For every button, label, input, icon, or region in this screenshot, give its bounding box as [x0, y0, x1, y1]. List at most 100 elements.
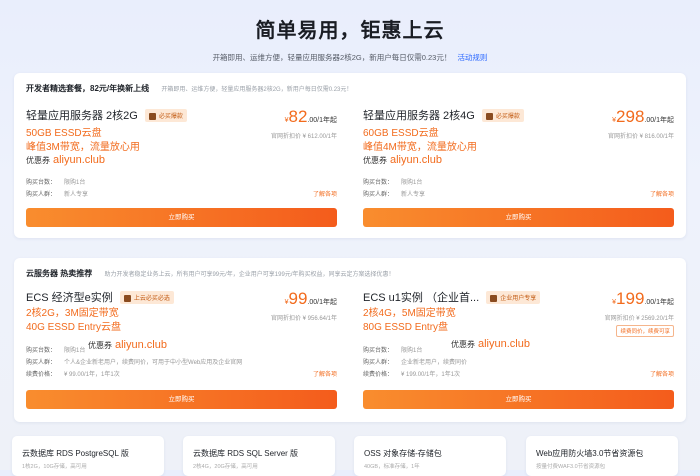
badge-icon [490, 294, 498, 302]
meta-label: 购买台数： [26, 348, 57, 354]
buy-button[interactable]: 立即购买 [363, 208, 674, 227]
spec-disk: 40G ESSD Entry云盘 [26, 322, 122, 333]
purchase-audience: 购买人群： 个人&企业新老用户，续费同价，可用于中小型Web应用及企业官网 [26, 357, 242, 366]
hot-badge: 必买爆款 [144, 108, 187, 122]
meta-label: 购买台数： [363, 348, 394, 354]
coupon-code: aliyun.club [115, 339, 167, 351]
details-link[interactable]: 了解各项 [313, 369, 337, 378]
buy-button[interactable]: 立即购买 [26, 390, 337, 409]
coupon-label: 优惠券 [88, 341, 112, 350]
rules-link[interactable]: 活动规则 [457, 53, 487, 62]
coupon-label: 优惠券 [26, 156, 50, 165]
section-heading-text: 开发者精选套餐，82元/年换新上线 [26, 84, 150, 93]
coupon: 优惠券 aliyun.club [363, 154, 442, 166]
meta-label: 购买人群： [26, 192, 57, 198]
purchase-limit: 购买台数： 限购1台 [26, 177, 85, 186]
hero-subtitle: 开箱即用、运维方便，轻量应用服务器2核2G，新用户每日仅需0.23元！ 活动规则 [0, 52, 700, 63]
product-name: 轻量应用服务器 2核4G [363, 110, 475, 122]
spec-disk: 80G ESSD Entry盘 [363, 322, 449, 333]
product-card: ECS u1实例 （企业首... 企业用户专享 2核4G，5M固定带宽 80G … [363, 289, 674, 447]
tile-subtitle: 按量付费WAF3.0节省资源包 [536, 464, 606, 470]
product-name: ECS u1实例 （企业首... [363, 292, 480, 304]
price-unit: .00/1年起 [307, 117, 337, 124]
meta-value: 限购1台 [401, 180, 423, 186]
section-note: 助力开发者稳定业务上云，所有用户可享99元/年，企业用户可享199元/年购买权益… [104, 272, 395, 278]
renewal-tag: 续费同价，续费可享 [616, 325, 674, 337]
price-unit: .00/1年起 [644, 299, 674, 306]
price-amount: 298 [616, 107, 645, 126]
price: ¥199.00/1年起 [612, 289, 674, 309]
meta-label: 续费价格： [26, 372, 57, 378]
meta-label: 购买人群： [363, 360, 394, 366]
hot-badge: 必买爆款 [481, 108, 524, 122]
tile-title: 云数据库 RDS PostgreSQL 版 [22, 449, 129, 458]
buy-button[interactable]: 立即购买 [363, 390, 674, 409]
coupon-code: aliyun.club [53, 154, 105, 166]
spec-config: 2核2G，3M固定带宽 [26, 308, 119, 319]
product-tile[interactable]: OSS 对象存储-存储包 40GB，标准存储，1年 [354, 436, 506, 476]
badge-icon [148, 112, 156, 120]
meta-label: 购买人群： [363, 192, 394, 198]
coupon-code: aliyun.club [390, 154, 442, 166]
details-link[interactable]: 了解各项 [313, 189, 337, 198]
price: ¥99.00/1年起 [285, 289, 337, 309]
meta-value: ¥ 99.00/1年，1年1次 [64, 372, 120, 378]
hero-title: 简单易用，钜惠上云 [255, 20, 445, 42]
product-title: ECS u1实例 （企业首... 企业用户专享 [363, 289, 541, 305]
badge-text: 上云必买必选 [133, 295, 170, 302]
product-tile[interactable]: Web应用防火墙3.0节省资源包 按量付费WAF3.0节省资源包 [526, 436, 678, 476]
tile-subtitle: 2核4G，20G存储，高可用 [193, 464, 258, 470]
tile-title: Web应用防火墙3.0节省资源包 [536, 449, 644, 458]
product-name: 轻量应用服务器 2核2G [26, 110, 138, 122]
product-tile[interactable]: 云数据库 RDS SQL Server 版 2核4G，20G存储，高可用 [183, 436, 335, 476]
hot-badge: 上云必买必选 [119, 290, 174, 304]
badge-text: 企业用户专享 [500, 295, 537, 302]
price-amount: 199 [616, 289, 645, 308]
spec-storage: 60GB ESSD云盘 [363, 128, 439, 139]
product-title: 轻量应用服务器 2核4G 必买爆款 [363, 107, 524, 123]
original-price: 官网折扣价 ¥ 956.64/1年 [270, 316, 337, 322]
purchase-limit: 购买台数： 限购1台 [26, 345, 85, 354]
buy-button[interactable]: 立即购买 [26, 208, 337, 227]
meta-value: 限购1台 [64, 348, 86, 354]
ecs-recommend-panel: 云服务器 热卖推荐 助力开发者稳定业务上云，所有用户可享99元/年，企业用户可享… [14, 258, 686, 422]
coupon-label: 优惠券 [363, 156, 387, 165]
details-link[interactable]: 了解各项 [650, 369, 674, 378]
tile-title: 云数据库 RDS SQL Server 版 [193, 449, 299, 458]
developer-package-panel: 开发者精选套餐，82元/年换新上线 开箱即用、运维方便，轻量应用服务器2核2G，… [14, 73, 686, 238]
product-tile[interactable]: 云数据库 RDS PostgreSQL 版 1核2G，10G存储，高可用 [12, 436, 164, 476]
product-card: 轻量应用服务器 2核2G 必买爆款 50GB ESSD云盘 峰值3M带宽，流量放… [26, 107, 337, 265]
meta-value: 个人&企业新老用户，续费同价，可用于中小型Web应用及企业官网 [64, 360, 243, 366]
badge-icon [485, 112, 493, 120]
product-card: 轻量应用服务器 2核4G 必买爆款 60GB ESSD云盘 峰值4M带宽，流量放… [363, 107, 674, 265]
meta-value: 限购1台 [401, 348, 423, 354]
coupon: 优惠券 aliyun.club [451, 338, 530, 350]
price: ¥82.00/1年起 [285, 107, 337, 127]
tile-title: OSS 对象存储-存储包 [364, 449, 442, 458]
details-link[interactable]: 了解各项 [650, 189, 674, 198]
product-title: ECS 经济型e实例 上云必买必选 [26, 289, 174, 305]
coupon: 优惠券 aliyun.club [26, 154, 105, 166]
price-unit: .00/1年起 [307, 299, 337, 306]
purchase-audience: 购买人群： 新人专享 [26, 189, 88, 198]
meta-value: ¥ 199.00/1年，1年1次 [401, 372, 461, 378]
meta-value: 新人专享 [401, 192, 426, 198]
product-card: ECS 经济型e实例 上云必买必选 2核2G，3M固定带宽 40G ESSD E… [26, 289, 337, 447]
section-note: 开箱即用、运维方便，轻量应用服务器2核2G，新用户每日仅需0.23元！ [161, 87, 353, 93]
original-price: 官网折扣价 ¥ 816.00/1年 [607, 134, 674, 140]
original-price: 官网折扣价 ¥ 612.00/1年 [270, 134, 337, 140]
meta-label: 购买台数： [26, 180, 57, 186]
meta-value: 企业新老用户，续费同价 [401, 360, 468, 366]
meta-label: 购买台数： [363, 180, 394, 186]
section-heading-text: 云服务器 热卖推荐 [26, 269, 93, 278]
price-amount: 99 [288, 289, 308, 308]
renewal-price: 续费价格： ¥ 99.00/1年，1年1次 [26, 369, 120, 378]
coupon-code: aliyun.club [478, 338, 530, 350]
renewal-price: 续费价格： ¥ 199.00/1年，1年1次 [363, 369, 460, 378]
purchase-audience: 购买人群： 企业新老用户，续费同价 [363, 357, 467, 366]
meta-value: 限购1台 [64, 180, 86, 186]
original-price: 官网折扣价 ¥ 2569.20/1年 [604, 316, 674, 322]
purchase-audience: 购买人群： 新人专享 [363, 189, 425, 198]
meta-label: 购买人群： [26, 360, 57, 366]
price-unit: .00/1年起 [644, 117, 674, 124]
